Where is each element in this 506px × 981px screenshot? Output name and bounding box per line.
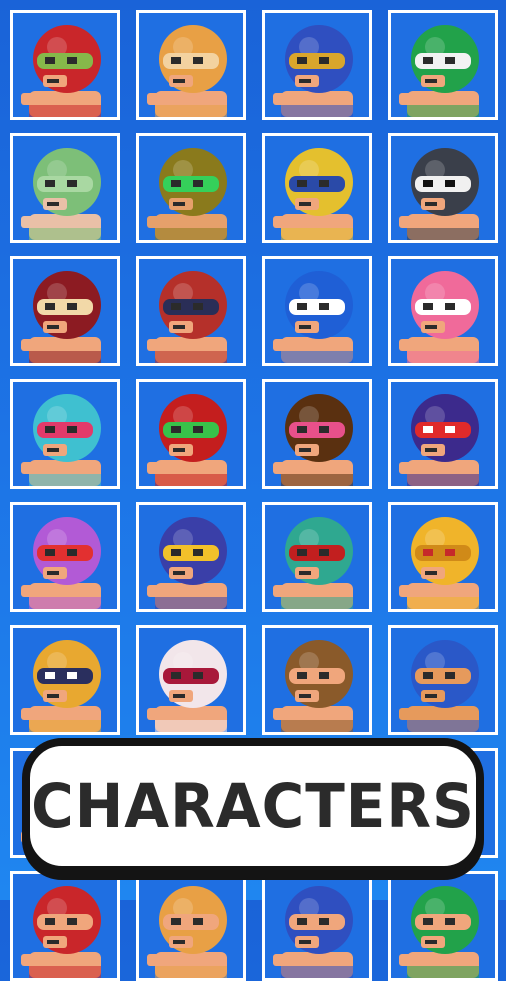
character-card[interactable]: [136, 133, 246, 243]
banner-title: CHARACTERS: [31, 770, 475, 842]
character-card[interactable]: [10, 133, 120, 243]
horned-blue-mask-wrestler-icon: [139, 505, 243, 609]
yellow-mask-wrestler-icon: [265, 136, 369, 240]
pink-mask-wrestler-icon: [391, 259, 495, 363]
character-card[interactable]: [388, 10, 498, 120]
character-card[interactable]: [136, 10, 246, 120]
character-card[interactable]: [136, 871, 246, 981]
character-card[interactable]: [388, 502, 498, 612]
olive-mask-wrestler-icon: [139, 136, 243, 240]
character-card[interactable]: [136, 379, 246, 489]
character-card[interactable]: [136, 502, 246, 612]
horned-teal-mask-wrestler-icon: [265, 505, 369, 609]
knight-helmet-icon: [391, 505, 495, 609]
skull-mask-wrestler-icon: [391, 136, 495, 240]
blue-white-mask-wrestler-icon: [265, 259, 369, 363]
dark-red-navy-mask-wrestler-icon: [139, 259, 243, 363]
partial-card-icon: [265, 874, 369, 978]
character-card[interactable]: [388, 871, 498, 981]
blue-gold-mask-wrestler-icon: [265, 13, 369, 117]
characters-banner[interactable]: CHARACTERS: [22, 738, 484, 874]
partial-card-icon: [13, 874, 117, 978]
character-card[interactable]: [388, 256, 498, 366]
white-red-mask-wrestler-icon: [139, 628, 243, 732]
character-card[interactable]: [10, 502, 120, 612]
brown-hair-wrestler-icon: [265, 628, 369, 732]
character-card[interactable]: [262, 133, 372, 243]
stripe-mask-wrestler-icon: [391, 382, 495, 486]
character-card[interactable]: [262, 502, 372, 612]
character-card[interactable]: [388, 625, 498, 735]
gold-navy-mask-wrestler-icon: [13, 628, 117, 732]
character-card[interactable]: [262, 871, 372, 981]
character-card[interactable]: [262, 379, 372, 489]
character-card[interactable]: [10, 871, 120, 981]
partial-card-icon: [391, 874, 495, 978]
green-mask-wrestler-icon: [391, 13, 495, 117]
character-card[interactable]: [388, 379, 498, 489]
partial-card-icon: [139, 874, 243, 978]
light-green-mask-wrestler-icon: [13, 136, 117, 240]
character-card[interactable]: [136, 625, 246, 735]
teal-mask-wrestler-icon: [13, 382, 117, 486]
character-card[interactable]: [262, 10, 372, 120]
character-card[interactable]: [10, 256, 120, 366]
character-card[interactable]: [136, 256, 246, 366]
red-mask-wrestler-icon: [13, 13, 117, 117]
character-card[interactable]: [10, 379, 120, 489]
crimson-moon-mask-wrestler-icon: [13, 259, 117, 363]
blue-pompadour-wrestler-icon: [391, 628, 495, 732]
character-card[interactable]: [10, 10, 120, 120]
character-card[interactable]: [388, 133, 498, 243]
character-card[interactable]: [262, 256, 372, 366]
character-card[interactable]: [262, 625, 372, 735]
star-head-wrestler-icon: [139, 13, 243, 117]
character-card[interactable]: [10, 625, 120, 735]
purple-mask-wrestler-icon: [13, 505, 117, 609]
red-green-mask-wrestler-icon: [139, 382, 243, 486]
brown-mask-wrestler-icon: [265, 382, 369, 486]
